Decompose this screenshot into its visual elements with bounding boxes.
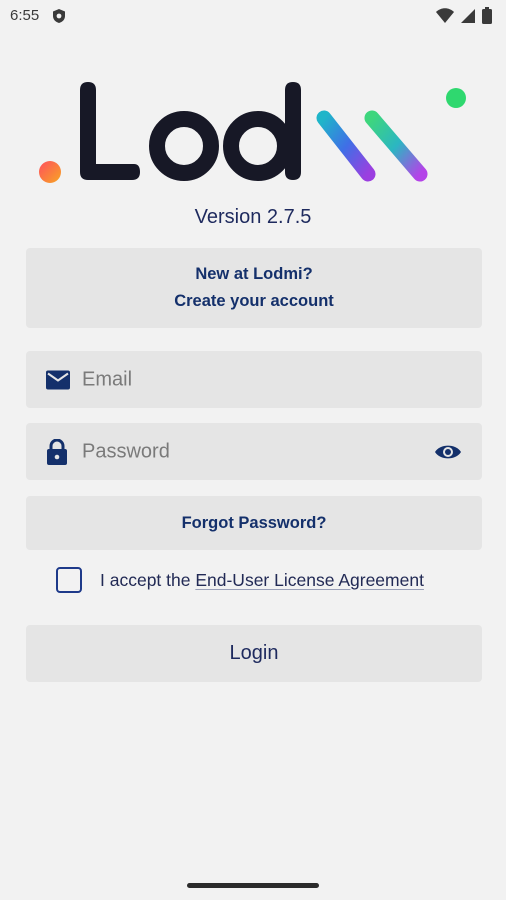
eula-link[interactable]: End-User License Agreement (195, 570, 424, 590)
app-version: Version 2.7.5 (194, 206, 312, 228)
email-placeholder: Email (82, 368, 133, 390)
status-icons (436, 7, 492, 29)
eula-text: I accept the End-User License Agreement (100, 570, 424, 591)
eula-checkbox[interactable] (56, 567, 82, 593)
forgot-password-label: Forgot Password? (181, 513, 327, 532)
cell-signal-icon (460, 8, 476, 29)
status-bar: 6:55 (0, 0, 506, 34)
lodmi-logo (36, 76, 476, 192)
password-placeholder: Password (82, 440, 170, 462)
login-label: Login (229, 642, 279, 664)
forgot-password-button[interactable]: Forgot Password? (26, 496, 482, 550)
eye-icon[interactable] (434, 442, 462, 461)
signup-prompt: New at Lodmi? (195, 265, 313, 283)
wifi-icon (436, 8, 454, 28)
lock-icon (46, 438, 68, 465)
status-time: 6:55 (10, 7, 40, 24)
create-account-button[interactable]: New at Lodmi? Create your account (26, 248, 482, 328)
eula-row: I accept the End-User License Agreement (56, 565, 424, 595)
signup-action: Create your account (174, 292, 334, 310)
shield-icon (52, 8, 66, 29)
battery-icon (482, 7, 492, 29)
eula-prefix: I accept the (100, 569, 196, 590)
navigation-handle[interactable] (187, 883, 319, 888)
login-button[interactable]: Login (26, 625, 482, 682)
mail-icon (46, 370, 70, 389)
password-field[interactable]: Password (26, 423, 482, 480)
email-field[interactable]: Email (26, 351, 482, 408)
